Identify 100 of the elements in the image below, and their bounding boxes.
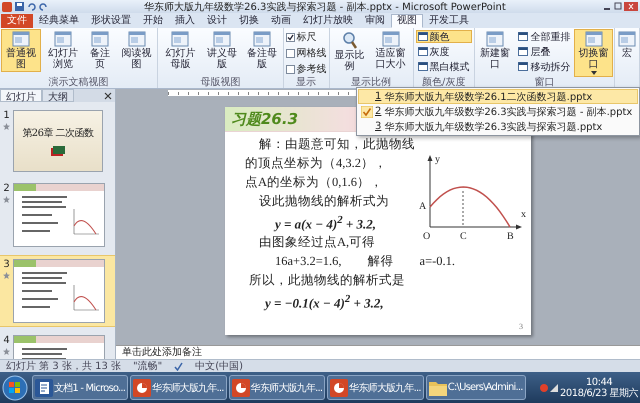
window-title: 华东师大版九年级数学26.3实践与探索习题 - 副本.pptx - Microsoft PowerPoint: [143, 0, 507, 14]
ribbon-button[interactable]: 层叠: [516, 45, 572, 58]
ribbon-button[interactable]: 幻灯片母版: [159, 29, 202, 72]
slide-list-item[interactable]: 1 第26章 二次函数: [0, 107, 115, 175]
ribbon-button[interactable]: 显示比例: [330, 29, 369, 74]
redo-icon[interactable]: [39, 2, 48, 11]
point-label: C: [460, 231, 467, 242]
taskbar-button[interactable]: C:\Users\Admini...: [426, 375, 526, 400]
ribbon-tab[interactable]: 切换: [233, 14, 265, 28]
ribbon-button[interactable]: 新建窗口: [476, 29, 514, 72]
clock-time: 10:44: [586, 376, 612, 388]
ribbon-button[interactable]: 讲义母版: [202, 29, 242, 72]
window-icon: [253, 31, 272, 47]
checkbox-label: 网格线: [296, 46, 327, 60]
presentation-icon: [133, 378, 152, 396]
taskbar-label: 华东师大版九年...: [349, 382, 421, 394]
formula: y = a(x − 4)$^{2}$ + 3.2,: [272, 213, 378, 234]
ribbon-tab[interactable]: 开始: [137, 14, 169, 28]
ribbon-button[interactable]: 移动拆分: [516, 60, 572, 73]
ribbon-tab[interactable]: 视图: [391, 14, 423, 28]
ribbon-tab[interactable]: 审阅: [359, 14, 391, 28]
close-icon[interactable]: [624, 2, 638, 11]
ribbon-tab[interactable]: 开发工具: [423, 14, 475, 28]
powerpoint-icon: [2, 2, 12, 12]
ribbon-button[interactable]: 黑白模式: [416, 60, 472, 73]
ribbon-button[interactable]: 全部重排: [516, 30, 572, 43]
ribbon-button[interactable]: 宏: [616, 29, 638, 61]
axis-label: x: [521, 209, 526, 220]
maximize-icon[interactable]: [613, 2, 623, 11]
window-icon: [12, 31, 30, 47]
checkbox[interactable]: [286, 32, 295, 42]
ribbon-tab[interactable]: 文件: [1, 14, 33, 28]
formula: y = −0.1(x − 4)$^{2}$ + 3.2,: [262, 292, 385, 313]
slide-text: 的顶点坐标为（4,3.2），: [244, 155, 388, 172]
checkbox-label: 参考线: [296, 62, 327, 76]
window-icon: [128, 31, 146, 47]
ribbon-tab[interactable]: 经典菜单: [33, 14, 85, 28]
menu-item[interactable]: 2 华东师大版九年级数学26.3实践与探索习题 - 副本.pptx: [358, 104, 638, 119]
slide-text: 所以，此抛物线的解析式是: [248, 272, 406, 290]
ribbon-button[interactable]: 切换窗口: [574, 29, 613, 77]
window-icon: [213, 31, 231, 47]
taskbar-button[interactable]: 华东师大版九年...: [228, 375, 326, 400]
checkbox[interactable]: [286, 64, 295, 74]
ribbon-button[interactable]: 幻灯片浏览: [42, 29, 84, 72]
checkbox[interactable]: [286, 48, 295, 58]
undo-icon[interactable]: [27, 2, 36, 11]
window-icon: [584, 31, 603, 47]
slide-text: 16a+3.2=1.6,: [275, 253, 342, 270]
slide-number: 2: [3, 183, 10, 194]
slide-text: 点A的坐标为（0,1.6），: [244, 174, 384, 191]
panel-tab[interactable]: 大纲: [42, 89, 74, 102]
window-icon: [418, 62, 428, 71]
ribbon-button[interactable]: 灰度: [416, 45, 472, 58]
slide-text: 设此抛物线的解析式为: [258, 193, 390, 210]
thumbnail-title: 第26章 二次函数: [22, 126, 94, 140]
slide-number: 4: [3, 335, 10, 346]
ribbon-tab[interactable]: 设计: [201, 14, 233, 28]
close-icon[interactable]: [104, 92, 112, 100]
ribbon-button[interactable]: 适应窗口大小: [370, 29, 412, 72]
slide-list-item[interactable]: 4: [0, 332, 115, 359]
tray-icons[interactable]: [540, 382, 558, 392]
book-icon: [51, 146, 65, 156]
save-icon[interactable]: [15, 2, 24, 11]
checkmark-icon: [361, 106, 373, 118]
window-icon: [171, 31, 190, 47]
language: 中文(中国): [195, 360, 243, 373]
window-icon: [382, 31, 400, 47]
ribbon-tab[interactable]: 形状设置: [85, 14, 137, 28]
window-icon: [418, 47, 428, 56]
taskbar-button[interactable]: 华东师大版九年...: [327, 375, 424, 400]
star-icon: [3, 196, 10, 203]
notes-placeholder[interactable]: 单击此处添加备注: [122, 347, 202, 358]
ribbon-button[interactable]: 备注母版: [242, 29, 282, 72]
group-label: 窗口: [533, 77, 556, 88]
ribbon-tab[interactable]: 插入: [169, 14, 201, 28]
slide-list-item[interactable]: 3: [0, 255, 115, 327]
window-icon: [91, 31, 110, 47]
slide-number: 3: [3, 259, 10, 270]
taskbar-label: 华东师大版九年...: [250, 382, 322, 394]
start-button[interactable]: [2, 374, 28, 400]
ribbon-button[interactable]: 备注页: [84, 29, 116, 72]
ribbon-button[interactable]: 阅读视图: [116, 29, 156, 72]
ribbon-button[interactable]: 普通视图: [1, 29, 41, 72]
point-label: A: [419, 201, 426, 212]
menu-item[interactable]: 3 华东师大版九年级数学26.3实践与探索习题.pptx: [358, 119, 638, 134]
taskbar-button[interactable]: 华东师大版九年...: [130, 375, 227, 400]
window-icon: [518, 32, 528, 41]
slide-list-item[interactable]: 2: [0, 180, 115, 250]
clock-date: 2018/6/23 星期六: [560, 388, 638, 398]
taskbar-button[interactable]: 文档1 - Microso...: [32, 375, 128, 400]
axis-label: y: [435, 154, 440, 165]
panel-tab[interactable]: 幻灯片: [0, 89, 42, 102]
spellcheck-icon[interactable]: [174, 362, 184, 370]
star-icon: [3, 123, 10, 130]
taskbar-label: C:\Users\Admini...: [448, 382, 523, 393]
group-label: 演示文稿视图: [48, 77, 110, 88]
ribbon-tab[interactable]: 幻灯片放映: [297, 14, 359, 28]
ribbon-tab[interactable]: 动画: [265, 14, 297, 28]
ribbon-button[interactable]: 颜色: [416, 30, 472, 43]
taskbar-label: 文档1 - Microso...: [54, 382, 126, 394]
